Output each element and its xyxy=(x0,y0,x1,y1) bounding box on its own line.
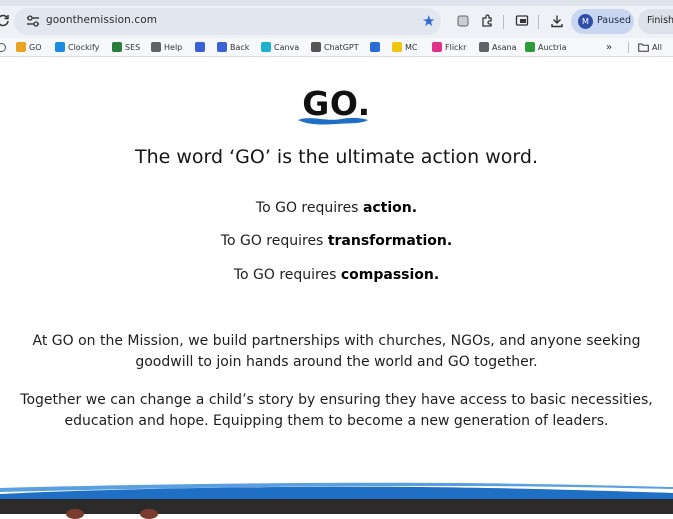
bookmark-label: Help xyxy=(164,42,183,52)
bookmark-label: Flickr xyxy=(445,42,467,52)
bookmark-label: SES xyxy=(125,42,141,52)
finish-label: Finish xyxy=(647,15,673,26)
bookmark-label: Back xyxy=(230,42,250,52)
bookmark-favicon-icon xyxy=(261,42,271,52)
bookmarks-bar: » All GO Clockify SES Help Back Canva ChatGPT M… xyxy=(0,38,673,57)
bookmark-item-chatgpt[interactable]: ChatGPT xyxy=(311,40,359,54)
bookmark-item-unnamed[interactable] xyxy=(195,40,205,54)
bookmark-separator xyxy=(628,41,629,53)
footer-dark-strip xyxy=(0,499,673,519)
browser-toolbar: goonthemission.com ★ M Paused Finish xyxy=(0,6,673,38)
requires-emphasis: compassion. xyxy=(340,267,440,283)
bookmark-favicon-icon xyxy=(16,42,26,52)
requires-line-transformation: To GO requires transformation. xyxy=(0,233,673,249)
chevron-double-right-icon: » xyxy=(606,41,613,53)
mission-paragraph: Together we can change a child’s story b… xyxy=(20,392,653,429)
profile-paused-button[interactable]: M Paused xyxy=(571,9,634,34)
url-text[interactable]: goonthemission.com xyxy=(46,14,157,26)
bookmark-item-auctria[interactable]: Auctria xyxy=(525,40,567,54)
bookmark-label: Auctria xyxy=(538,42,567,52)
bookmark-item-help[interactable]: Help xyxy=(151,40,182,54)
intro-paragraph: At GO on the Mission, we build partnersh… xyxy=(32,333,641,370)
bookmark-item-flickr[interactable]: Flickr xyxy=(432,40,466,54)
requires-line-action: To GO requires action. xyxy=(0,200,673,216)
footer-image-detail xyxy=(140,509,158,519)
avatar: M xyxy=(578,14,593,29)
bookmark-favicon-icon xyxy=(370,42,380,52)
bookmark-item-mc[interactable]: MC xyxy=(392,40,418,54)
reload-icon[interactable] xyxy=(0,13,10,27)
requires-line-compassion: To GO requires compassion. xyxy=(0,267,673,283)
toolbar-separator xyxy=(538,15,539,29)
circle-icon xyxy=(0,42,6,52)
bookmark-item-clockify[interactable]: Clockify xyxy=(55,40,99,54)
bookmark-label: Asana xyxy=(492,42,517,52)
bookmark-favicon-icon xyxy=(195,42,205,52)
paused-label: Paused xyxy=(597,15,631,26)
bookmark-favicon-icon xyxy=(392,42,402,52)
footer-image-detail xyxy=(66,509,84,519)
download-icon[interactable] xyxy=(550,14,564,28)
bookmark-item-go[interactable]: GO xyxy=(16,40,42,54)
requires-prefix: To GO requires xyxy=(233,267,341,283)
bookmark-favicon-icon xyxy=(479,42,489,52)
bookmark-item-back[interactable]: Back xyxy=(217,40,249,54)
extensions-puzzle-icon[interactable] xyxy=(480,14,494,28)
bookmark-label: MC xyxy=(405,42,418,52)
bookmark-label: Clockify xyxy=(68,42,100,52)
bookmark-favicon-icon xyxy=(525,42,535,52)
toolbar-separator xyxy=(503,15,504,29)
requires-emphasis: action. xyxy=(362,200,418,216)
bookmark-item-ses[interactable]: SES xyxy=(112,40,140,54)
bookmark-item-partial[interactable] xyxy=(0,40,6,54)
logo-swoosh xyxy=(298,117,368,125)
requires-prefix: To GO requires xyxy=(220,233,328,249)
bookmark-item-meta[interactable] xyxy=(370,40,380,54)
bookmark-item-canva[interactable]: Canva xyxy=(261,40,299,54)
bookmark-favicon-icon xyxy=(55,42,65,52)
address-bar[interactable]: goonthemission.com ★ xyxy=(14,8,441,35)
folder-icon xyxy=(638,43,649,52)
bookmarks-overflow-button[interactable]: » xyxy=(606,40,612,54)
bookmark-item-asana[interactable]: Asana xyxy=(479,40,517,54)
bookmark-star-icon[interactable]: ★ xyxy=(422,12,435,30)
tab-search-icon[interactable] xyxy=(515,14,529,28)
page-headline: The word ‘GO’ is the ultimate action wor… xyxy=(135,146,538,168)
finish-update-button[interactable]: Finish xyxy=(638,9,673,34)
requires-emphasis: transformation. xyxy=(327,233,453,249)
bookmark-favicon-icon xyxy=(311,42,321,52)
bookmark-favicon-icon xyxy=(151,42,161,52)
site-info-icon[interactable] xyxy=(26,15,40,27)
bookmark-favicon-icon xyxy=(217,42,227,52)
all-bookmarks-label: All xyxy=(652,42,662,52)
bookmark-label: GO xyxy=(29,42,42,52)
requires-prefix: To GO requires xyxy=(255,200,363,216)
bookmark-label: Canva xyxy=(274,42,300,52)
extension-icon[interactable] xyxy=(456,14,470,28)
all-bookmarks-button[interactable]: All xyxy=(628,40,662,54)
bookmark-label: ChatGPT xyxy=(324,42,359,52)
bookmark-favicon-icon xyxy=(112,42,122,52)
bookmark-favicon-icon xyxy=(432,42,442,52)
